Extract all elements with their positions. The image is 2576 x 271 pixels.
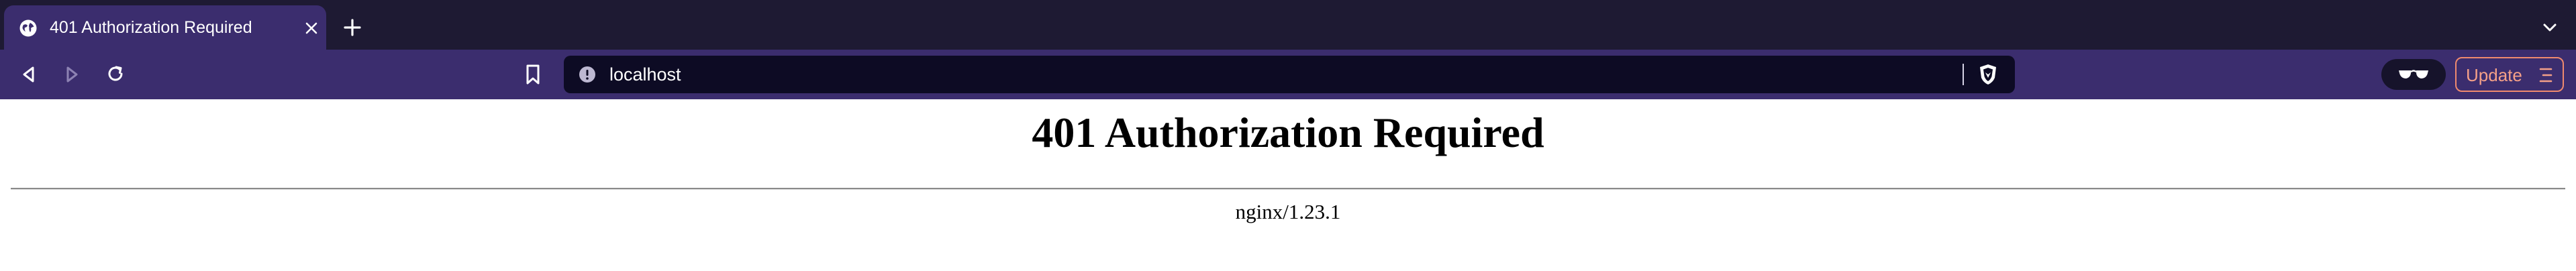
back-icon[interactable] xyxy=(19,64,39,85)
page-heading: 401 Authorization Required xyxy=(1032,109,1544,156)
horizontal-rule xyxy=(11,188,2565,190)
plus-icon[interactable] xyxy=(342,17,362,38)
vpn-button[interactable] xyxy=(2381,59,2446,90)
close-icon[interactable] xyxy=(303,20,319,36)
glasses-icon xyxy=(2397,66,2430,83)
address-bar[interactable]: localhost xyxy=(564,56,2015,93)
globe-icon xyxy=(19,19,38,38)
info-icon[interactable] xyxy=(579,66,596,83)
chevron-down-icon[interactable] xyxy=(2541,21,2559,34)
update-label: Update xyxy=(2466,65,2522,85)
tab-strip: 401 Authorization Required xyxy=(0,0,2576,50)
forward-icon[interactable] xyxy=(62,64,82,85)
active-tab[interactable]: 401 Authorization Required xyxy=(4,5,326,50)
reload-icon[interactable] xyxy=(105,63,126,85)
tab-title: 401 Authorization Required xyxy=(50,18,252,37)
menu-icon xyxy=(2538,66,2553,84)
url-text[interactable]: localhost xyxy=(609,64,681,85)
server-signature: nginx/1.23.1 xyxy=(1235,200,1341,223)
bookmark-icon[interactable] xyxy=(524,63,542,86)
browser-window: 401 Authorization Required localhost Upd… xyxy=(0,0,2576,271)
address-bar-divider xyxy=(1963,64,1964,85)
update-button[interactable]: Update xyxy=(2455,57,2564,92)
toolbar: localhost Update xyxy=(0,50,2576,99)
page-content: 401 Authorization Required nginx/1.23.1 xyxy=(0,99,2576,271)
brave-shields-icon[interactable] xyxy=(1977,63,1999,86)
